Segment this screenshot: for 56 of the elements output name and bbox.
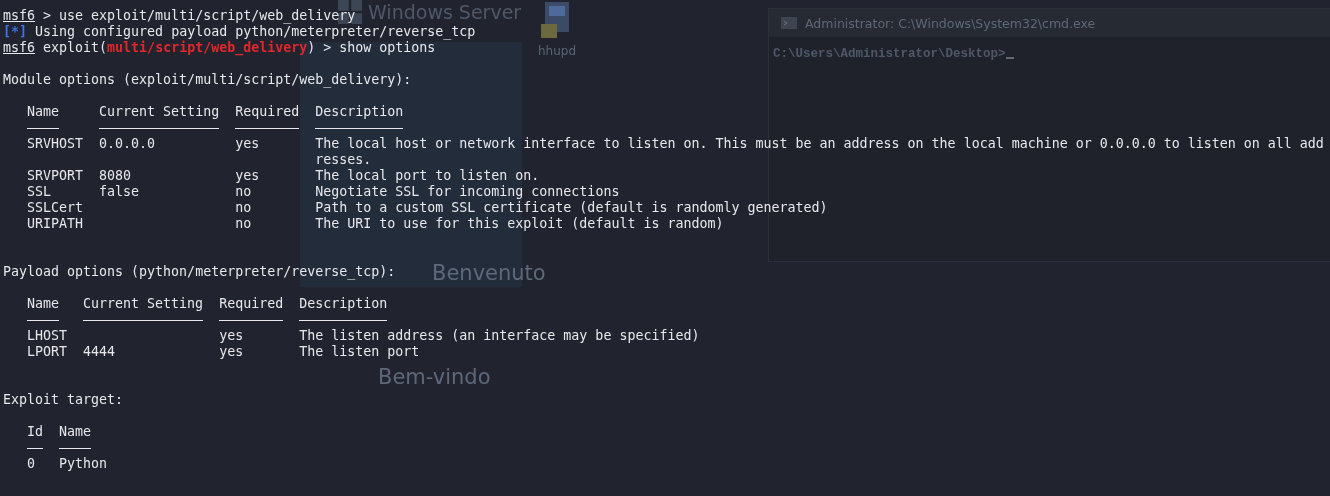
table-cell: yes: [235, 136, 260, 151]
table-cell: SSL: [27, 184, 52, 199]
table-cell: no: [235, 184, 252, 199]
table-cell: LPORT: [27, 344, 68, 359]
table-cell: SSLCert: [27, 200, 84, 215]
table-cell: The listen address (an interface may be specified): [299, 328, 700, 343]
window-title: Administrator: C:\Windows\System32\cmd.exe: [805, 15, 1096, 31]
command-text: > use exploit/multi/script/web_delivery: [42, 8, 356, 23]
prompt-label: msf6: [3, 8, 36, 23]
column-header: Current Setting: [99, 104, 220, 119]
section-title: Payload options (python/meterpreter/reverse_tcp):: [3, 264, 396, 279]
column-header: Description: [315, 104, 404, 119]
table-cell: SRVHOST: [27, 136, 84, 151]
section-title: Module options (exploit/multi/script/web_delivery):: [3, 72, 412, 87]
table-cell: yes: [219, 328, 244, 343]
table-cell: The local host or network interface to listen on. This must be an address on the local machine or 0.0.0.0 to listen on all addresses.: [315, 136, 1324, 167]
module-name: multi/script/web_delivery: [107, 40, 308, 55]
table-cell: URIPATH: [27, 216, 84, 231]
column-header: Id: [27, 424, 44, 439]
prompt-label: msf6: [3, 40, 36, 55]
column-header: Required: [219, 296, 284, 311]
table-cell: 4444: [83, 344, 116, 359]
table-cell: false: [99, 184, 140, 199]
table-cell: yes: [235, 168, 260, 183]
status-marker: [*]: [3, 24, 28, 39]
greeting-text: Bem-vindo: [378, 365, 491, 389]
column-header: Current Setting: [83, 296, 204, 311]
table-cell: 0.0.0.0: [99, 136, 156, 151]
command-text: ) > show options: [307, 40, 436, 55]
column-header: Name: [27, 104, 60, 119]
table-cell: The URI to use for this exploit (default is random): [315, 216, 724, 231]
status-message: Using configured payload python/meterpreter/reverse_tcp: [34, 24, 476, 39]
table-cell: no: [235, 216, 252, 231]
table-cell: yes: [219, 344, 244, 359]
section-title: Exploit target:: [3, 392, 124, 407]
prompt-context: exploit(: [42, 40, 108, 55]
column-header: Required: [235, 104, 300, 119]
table-cell: no: [235, 200, 252, 215]
console-icon: [781, 17, 797, 29]
table-cell: 8080: [99, 168, 132, 183]
table-cell: 0: [27, 456, 36, 471]
table-cell: Negotiate SSL for incoming connections: [315, 184, 620, 199]
column-header: Name: [27, 296, 60, 311]
table-cell: SRVPORT: [27, 168, 84, 183]
table-cell: The listen port: [299, 344, 420, 359]
column-header: Description: [299, 296, 388, 311]
heading-text: Windows Server: [368, 2, 522, 22]
table-cell: The local port to listen on.: [315, 168, 540, 183]
greeting-text: Benvenuto: [432, 261, 546, 285]
desktop-icon-label[interactable]: hhupd: [538, 44, 577, 58]
table-cell: Path to a custom SSL certificate (default is randomly generated): [315, 200, 828, 215]
cmd-prompt: C:\Users\Administrator\Desktop>: [773, 47, 1006, 61]
column-header: Name: [59, 424, 92, 439]
table-cell: LHOST: [27, 328, 68, 343]
text-cursor: [1005, 57, 1014, 59]
table-cell: Python: [59, 456, 108, 471]
